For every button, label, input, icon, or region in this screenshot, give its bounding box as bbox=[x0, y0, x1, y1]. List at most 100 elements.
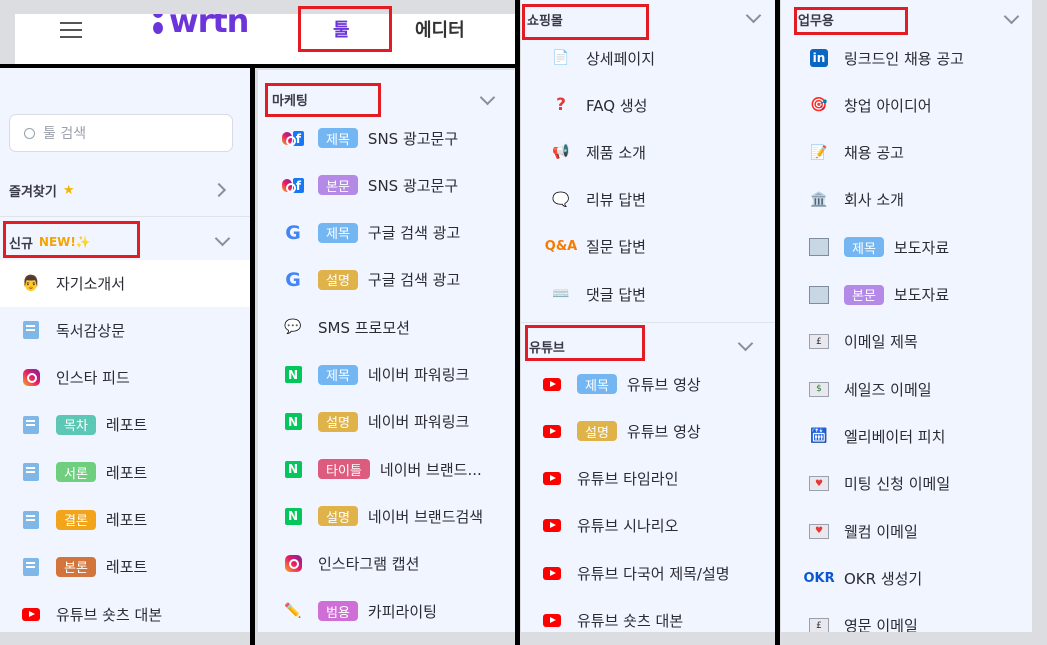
envelope-heart-icon: ♥ bbox=[808, 520, 830, 542]
instagram-facebook-icon: f bbox=[282, 174, 304, 196]
tab-editor[interactable]: 에디터 bbox=[415, 16, 465, 42]
youtube-icon bbox=[541, 515, 563, 537]
list-item[interactable]: $ 세일즈 이메일 bbox=[808, 372, 932, 406]
list-item[interactable]: ♥ 미팅 신청 이메일 bbox=[808, 467, 950, 501]
list-item[interactable]: 결론 레포트 bbox=[20, 503, 147, 537]
list-item-label: 보도자료 bbox=[893, 286, 950, 304]
favorites-label: 즐겨찾기 bbox=[9, 184, 57, 200]
badge: 범용 bbox=[318, 601, 358, 621]
list-item[interactable]: N 타이틀 네이버 브랜드... bbox=[282, 452, 482, 486]
list-item[interactable]: 독서감상문 bbox=[20, 313, 125, 347]
list-item[interactable]: G 제목 구글 검색 광고 bbox=[282, 216, 460, 250]
list-item-label: 네이버 브랜드검색 bbox=[367, 507, 484, 526]
list-item-label: 레포트 bbox=[105, 511, 148, 529]
youtube-icon bbox=[541, 373, 563, 395]
list-item[interactable]: 설명 유튜브 영상 bbox=[541, 414, 701, 448]
list-item[interactable]: 제목 보도자료 bbox=[808, 230, 949, 264]
list-item[interactable]: 유튜브 다국어 제목/설명 bbox=[541, 556, 730, 590]
memo-icon: 📝 bbox=[810, 144, 828, 161]
badge: 본문 bbox=[318, 175, 358, 196]
list-item[interactable]: Q&A 질문 답변 bbox=[545, 230, 646, 264]
list-item[interactable]: G 설명 구글 검색 광고 bbox=[282, 263, 460, 297]
chevron-down-icon[interactable] bbox=[1003, 8, 1020, 25]
list-item[interactable]: f 본문 SNS 광고문구 bbox=[282, 168, 458, 202]
list-item-label: 구글 검색 광고 bbox=[367, 224, 461, 243]
list-item-label: SNS 광고문구 bbox=[367, 176, 459, 195]
list-item[interactable]: 서론 레포트 bbox=[20, 455, 147, 489]
list-item[interactable]: 💬 SMS 프로모션 bbox=[282, 310, 410, 344]
list-item[interactable]: £ 영문 이메일 bbox=[808, 609, 918, 632]
list-item[interactable]: N 설명 네이버 파워링크 bbox=[282, 405, 469, 439]
badge: 제목 bbox=[844, 237, 884, 258]
list-item[interactable]: ? FAQ 생성 bbox=[550, 88, 647, 122]
annotation-line bbox=[775, 0, 780, 645]
list-item[interactable]: 📝 채용 공고 bbox=[808, 136, 904, 170]
document-icon bbox=[20, 509, 42, 531]
list-item-label: 유튜브 숏츠 대본 bbox=[56, 605, 163, 624]
list-item-label: 엘리베이터 피치 bbox=[844, 427, 946, 446]
list-item-label: FAQ 생성 bbox=[586, 96, 648, 115]
list-item[interactable]: 👨 자기소개서 bbox=[20, 266, 125, 300]
list-item[interactable]: ✏️ 범용 카피라이팅 bbox=[282, 594, 437, 628]
chevron-down-icon[interactable] bbox=[479, 89, 496, 106]
menu-icon[interactable] bbox=[60, 22, 82, 38]
google-icon: G bbox=[285, 221, 301, 244]
list-item[interactable]: 유튜브 숏츠 대본 bbox=[20, 597, 162, 631]
list-item-label: 유튜브 다국어 제목/설명 bbox=[577, 564, 730, 583]
list-item[interactable]: N 설명 네이버 브랜드검색 bbox=[282, 499, 483, 533]
list-item[interactable]: 제목 유튜브 영상 bbox=[541, 367, 701, 401]
list-item[interactable]: 인스타그램 캡션 bbox=[282, 547, 419, 581]
newspaper-icon bbox=[808, 236, 830, 258]
list-item[interactable]: 📢 제품 소개 bbox=[550, 135, 646, 169]
list-item[interactable]: ♥ 웰컴 이메일 bbox=[808, 514, 918, 548]
list-item[interactable]: 🎯 창업 아이디어 bbox=[808, 88, 932, 122]
google-icon: G bbox=[285, 268, 301, 291]
list-item[interactable]: OKR OKR 생성기 bbox=[803, 561, 922, 595]
badge: 타이틀 bbox=[318, 459, 370, 480]
okr-icon-text: OKR bbox=[803, 570, 835, 586]
divider bbox=[0, 216, 250, 217]
badge: 본론 bbox=[56, 556, 96, 577]
highlight-new-section bbox=[3, 221, 140, 258]
search-input[interactable]: 툴 검색 bbox=[9, 114, 233, 152]
chevron-down-icon[interactable] bbox=[737, 335, 754, 352]
list-item-label: 독서감상문 bbox=[56, 321, 126, 340]
newspaper-icon bbox=[808, 284, 830, 306]
list-item[interactable]: 📄 상세페이지 bbox=[550, 41, 655, 75]
list-item[interactable]: N 제목 네이버 파워링크 bbox=[282, 358, 469, 392]
list-item[interactable]: 목차 레포트 bbox=[20, 408, 147, 442]
list-item[interactable]: 유튜브 숏츠 대본 bbox=[541, 604, 683, 633]
favorites-row[interactable]: 즐겨찾기 ★ bbox=[9, 180, 229, 200]
list-item-label: 제품 소개 bbox=[586, 143, 646, 162]
list-item[interactable]: 유튜브 타임라인 bbox=[541, 462, 678, 496]
list-item[interactable]: 🏛️ 회사 소개 bbox=[808, 183, 904, 217]
sidebar: 툴 검색 즐겨찾기 ★ 신규 NEW!✨ 👨 자기소개서 독서감상문 인스타 피드 목차… bbox=[0, 67, 250, 632]
envelope-heart-icon: ♥ bbox=[808, 473, 830, 495]
bubble-icon: 🗨️ bbox=[552, 191, 570, 208]
youtube-icon bbox=[541, 610, 563, 632]
list-item[interactable]: 본론 레포트 bbox=[20, 550, 147, 584]
badge: 설명 bbox=[318, 411, 358, 432]
list-item-label: 자기소개서 bbox=[56, 274, 126, 293]
badge: 제목 bbox=[577, 374, 617, 394]
list-item[interactable]: f 제목 SNS 광고문구 bbox=[282, 121, 458, 155]
badge: 제목 bbox=[318, 222, 358, 243]
list-item[interactable]: 🗨️ 리뷰 답변 bbox=[550, 183, 646, 217]
list-item-label: 네이버 파워링크 bbox=[367, 366, 470, 384]
logo[interactable]: wrtn bbox=[153, 14, 249, 40]
highlight-tab-tool bbox=[298, 6, 392, 52]
list-item[interactable]: 본문 보도자료 bbox=[808, 278, 949, 312]
chevron-down-icon[interactable] bbox=[745, 7, 762, 24]
envelope-icon: £ bbox=[808, 331, 830, 353]
list-item[interactable]: ⌨️ 댓글 답변 bbox=[550, 277, 646, 311]
marketing-panel: 마케팅 f 제목 SNS 광고문구 f 본문 SNS 광고문구 G 제목 구글 검색 광고 G 설명… bbox=[258, 70, 515, 632]
list-item-label: 창업 아이디어 bbox=[844, 96, 932, 115]
list-item[interactable]: 유튜브 시나리오 bbox=[541, 509, 678, 543]
list-item[interactable]: 인스타 피드 bbox=[20, 361, 130, 395]
business-panel: 업무용 in 링크드인 채용 공고 🎯 창업 아이디어 📝 채용 공고 🏛️ 회사 소개 제목 보… bbox=[781, 0, 1032, 632]
list-item[interactable]: 🛗 엘리베이터 피치 bbox=[808, 419, 945, 453]
highlight-business bbox=[794, 7, 908, 35]
list-item[interactable]: £ 이메일 제목 bbox=[808, 325, 918, 359]
list-item[interactable]: in 링크드인 채용 공고 bbox=[808, 41, 964, 75]
elevator-icon: 🛗 bbox=[810, 428, 828, 445]
